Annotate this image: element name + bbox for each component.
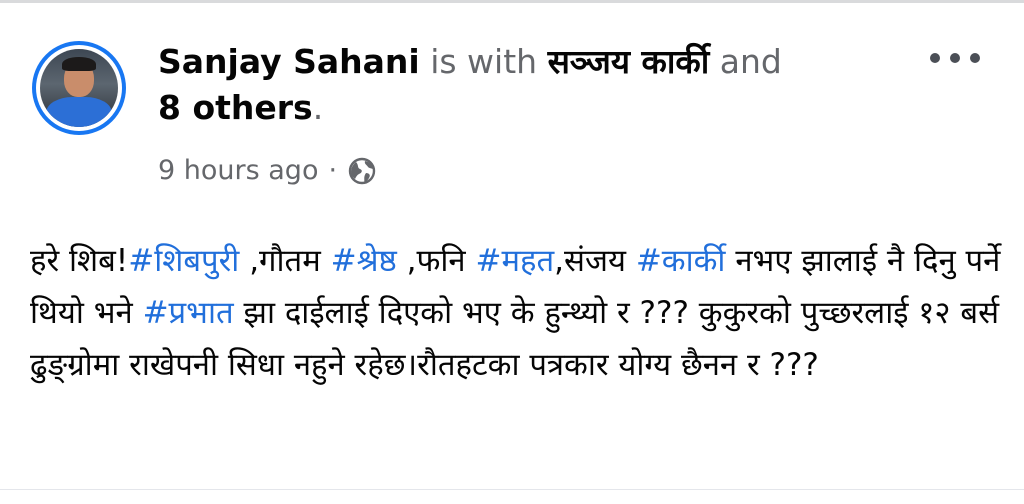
post-body-text: हरे शिब!#शिबपुरी ,गौतम #श्रेष्ठ ,फनि #मह… <box>30 235 1005 391</box>
hashtag-link[interactable]: #श्रेष्ठ <box>331 243 397 279</box>
tagged-person-link[interactable]: सञ्जय कार्की <box>548 42 710 81</box>
post-meta: 9 hours ago · <box>158 153 377 189</box>
post-header: Sanjay Sahani is with सञ्जय कार्की and 8… <box>158 39 918 131</box>
author-name-link[interactable]: Sanjay Sahani <box>158 42 420 81</box>
and-text: and <box>719 42 782 81</box>
more-options-button[interactable] <box>930 43 980 73</box>
divider <box>0 489 1024 490</box>
period-text: . <box>312 88 324 127</box>
meta-separator: · <box>328 155 338 186</box>
more-dot <box>970 53 980 63</box>
hashtag-link[interactable]: #शिबपुरी <box>128 243 239 279</box>
others-link[interactable]: 8 others <box>158 88 313 127</box>
post-text: ,संजय <box>554 243 636 279</box>
avatar-border <box>36 45 122 131</box>
more-dot <box>950 53 960 63</box>
post-text: ,गौतम <box>239 243 331 279</box>
post-text: हरे शिब! <box>30 243 129 279</box>
hashtag-link[interactable]: #महत <box>476 243 555 279</box>
globe-icon[interactable] <box>347 156 377 186</box>
avatar-shirt <box>46 97 112 127</box>
hashtag-link[interactable]: #प्रभात <box>143 295 234 331</box>
avatar-photo <box>40 49 118 127</box>
timestamp-link[interactable]: 9 hours ago <box>158 153 318 189</box>
avatar-hair <box>62 57 96 71</box>
more-dot <box>930 53 940 63</box>
hashtag-link[interactable]: #कार्की <box>636 243 726 279</box>
post-card: Sanjay Sahani is with सञ्जय कार्की and 8… <box>0 0 1024 504</box>
avatar[interactable] <box>32 41 126 135</box>
with-text: is with <box>430 42 538 81</box>
post-text: ,फनि <box>396 243 476 279</box>
